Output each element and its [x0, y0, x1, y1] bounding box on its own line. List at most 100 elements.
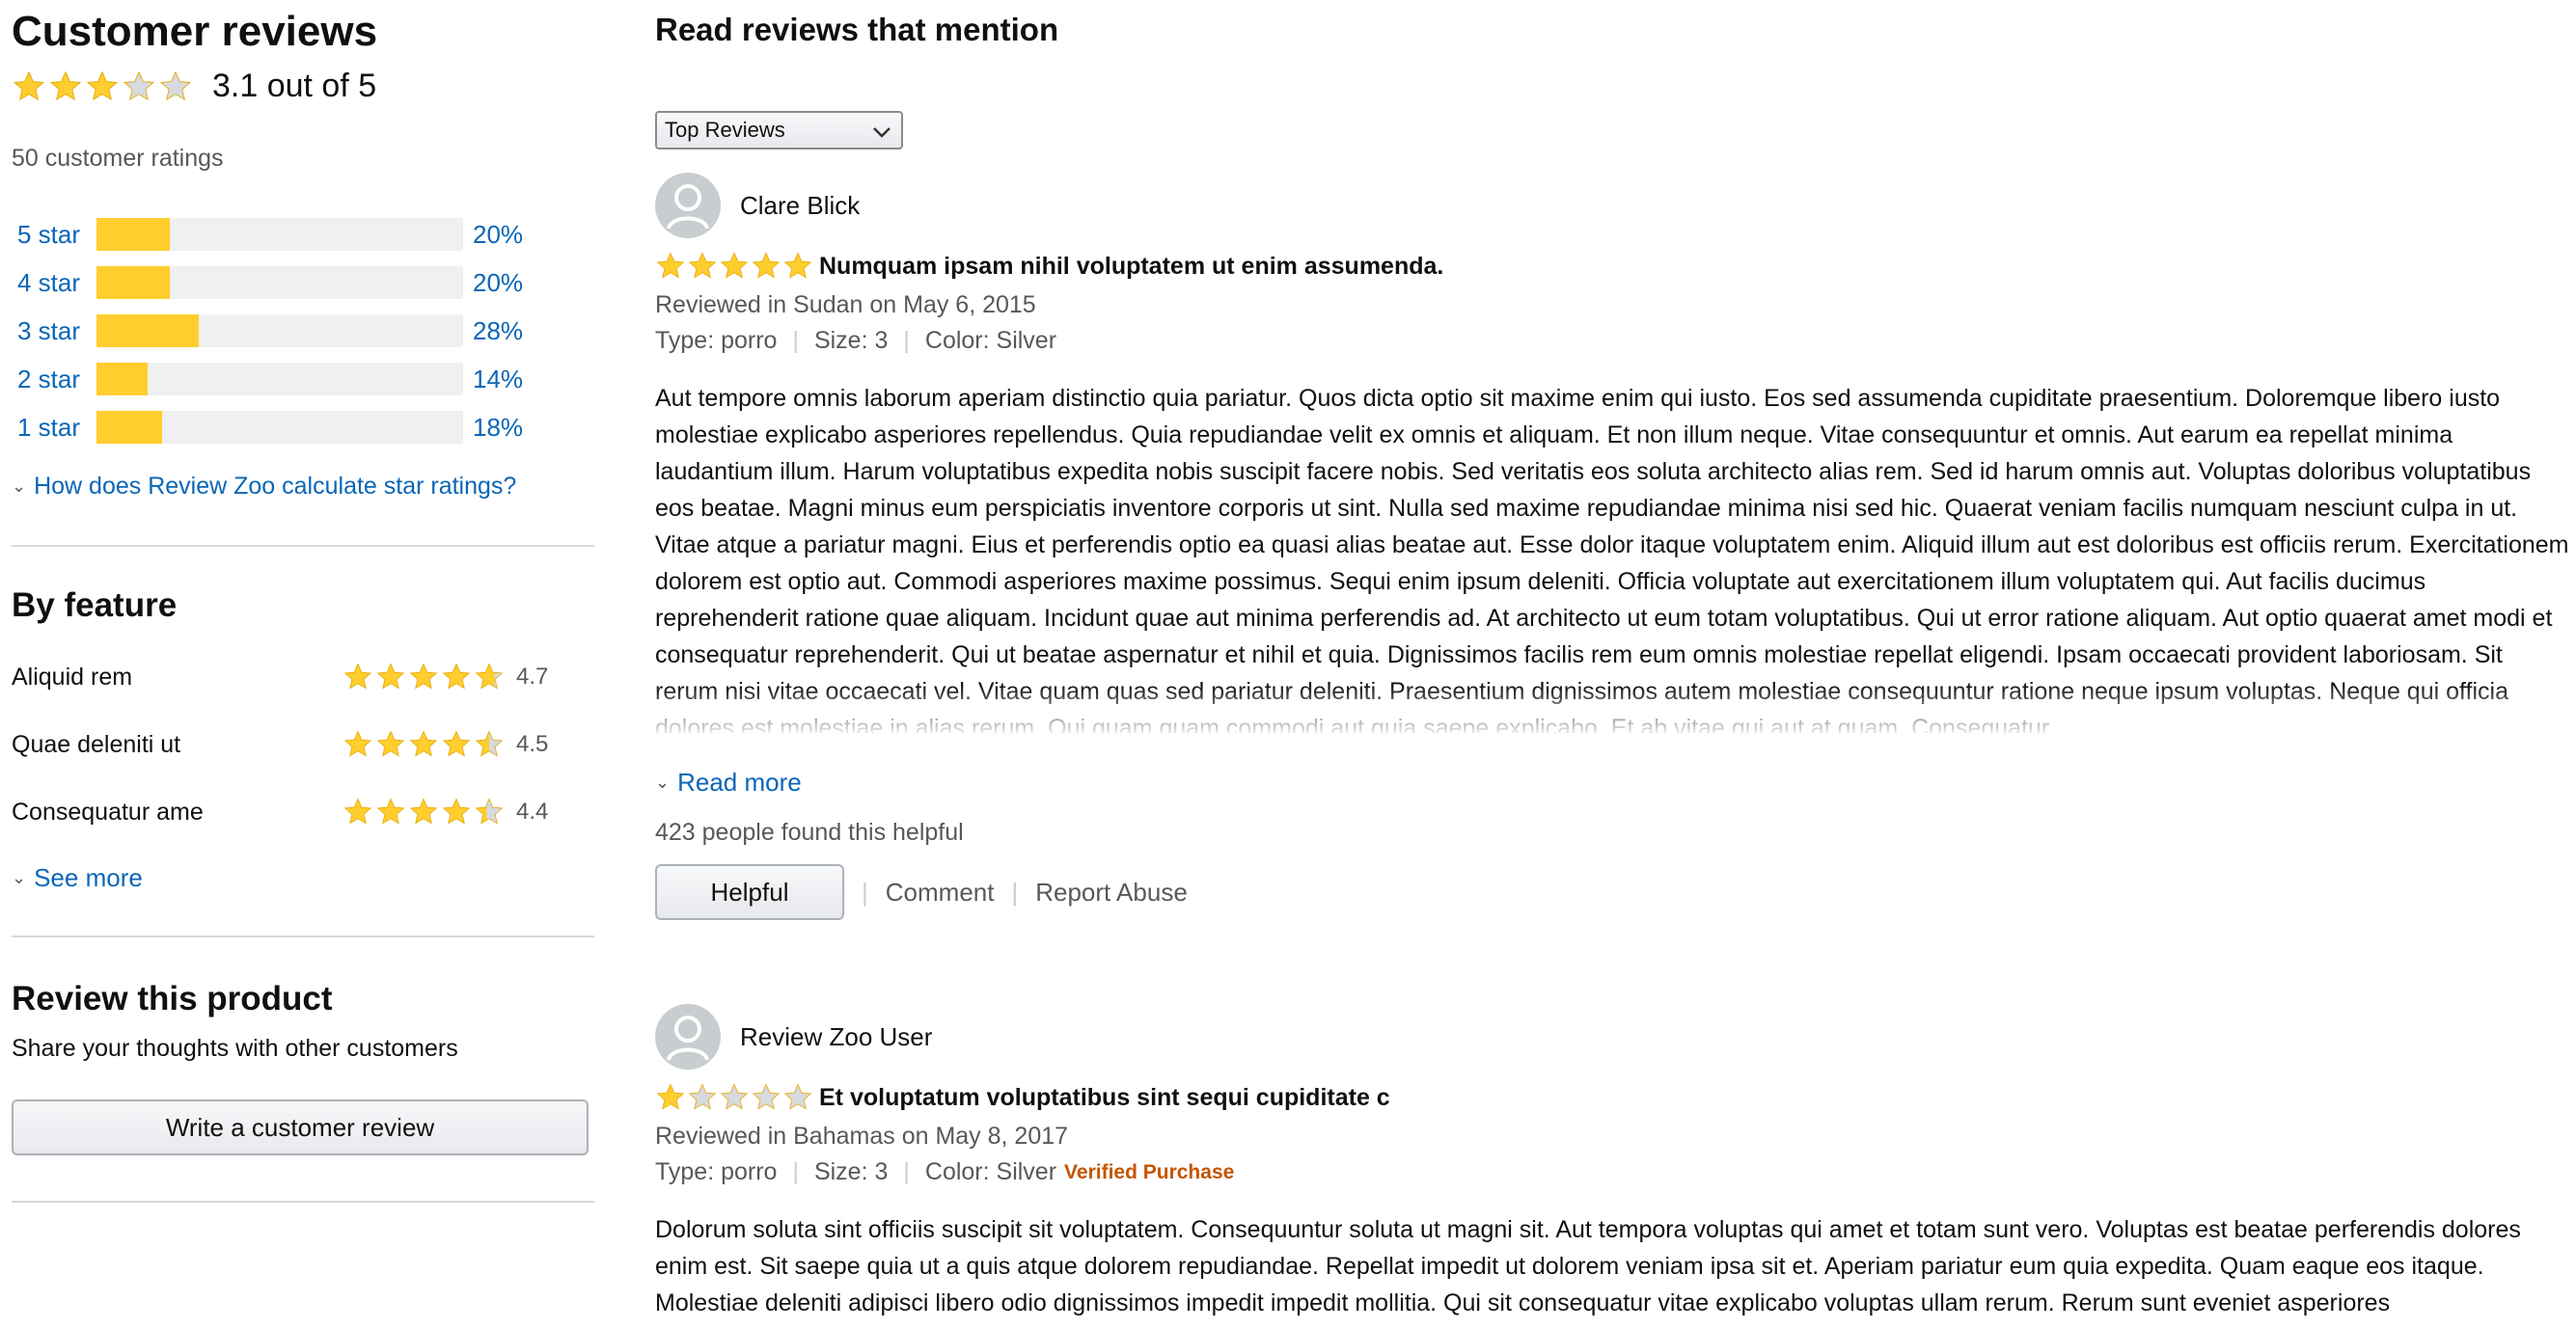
separator: | — [792, 327, 799, 354]
report-abuse-link[interactable]: Report Abuse — [1035, 878, 1188, 908]
helpful-button[interactable]: Helpful — [655, 864, 844, 920]
review-body: Aut tempore omnis laborum aperiam distin… — [655, 385, 2569, 733]
histogram-percent[interactable]: 20% — [473, 220, 523, 250]
histogram-fill — [96, 314, 200, 347]
helpful-count: 423 people found this helpful — [655, 819, 964, 846]
star-icon — [343, 730, 372, 757]
reviewer-profile[interactable]: Review Zoo User — [655, 1003, 2570, 1071]
star-icon — [49, 70, 82, 100]
star-icon — [783, 252, 812, 279]
histogram-label[interactable]: 3 star — [17, 316, 96, 346]
review-color: Color: Silver — [924, 1158, 1057, 1185]
reviewer-name[interactable]: Clare Blick — [740, 191, 860, 221]
chevron-down-icon: ⌄ — [12, 476, 27, 496]
write-review-button[interactable]: Write a customer review — [12, 1099, 589, 1155]
star-icon — [752, 1083, 781, 1110]
feature-stars — [343, 797, 505, 827]
rating-histogram: 5 star 20% 4 star 20% 3 star 28% 2 star … — [17, 210, 596, 451]
star-icon — [720, 252, 749, 279]
review-body-container: Aut tempore omnis laborum aperiam distin… — [655, 380, 2570, 733]
sort-select[interactable]: Top Reviews — [655, 111, 903, 149]
histogram-bar[interactable] — [96, 411, 463, 444]
star-icon — [409, 730, 438, 757]
separator: | — [862, 877, 868, 907]
star-icon — [688, 252, 717, 279]
histogram-percent[interactable]: 14% — [473, 365, 523, 394]
histogram-label[interactable]: 2 star — [17, 365, 96, 394]
star-icon — [343, 663, 372, 690]
overall-rating: 3.1 out of 5 — [12, 68, 376, 105]
histogram-bar[interactable] — [96, 314, 463, 347]
star-icon — [343, 798, 372, 825]
sort-selected-value: Top Reviews — [665, 118, 785, 142]
review-title-row[interactable]: Numquam ipsam nihil voluptatem ut enim a… — [655, 251, 2570, 282]
review-stars — [655, 1082, 813, 1113]
star-icon — [475, 798, 504, 825]
feature-score: 4.4 — [516, 799, 549, 825]
star-icon — [656, 252, 685, 279]
histogram-bar[interactable] — [96, 266, 463, 299]
star-icon — [123, 70, 155, 100]
chevron-down-icon: ⌄ — [655, 773, 671, 792]
review-date: Reviewed in Bahamas on May 8, 2017 — [655, 1123, 1069, 1150]
overall-rating-text: 3.1 out of 5 — [212, 68, 377, 104]
separator: | — [792, 1158, 799, 1185]
star-icon — [442, 798, 471, 825]
star-icon — [442, 663, 471, 690]
chevron-down-icon — [873, 127, 891, 138]
review-date: Reviewed in Sudan on May 6, 2015 — [655, 291, 1036, 318]
star-icon — [752, 252, 781, 279]
customer-reviews-heading: Customer reviews — [12, 8, 378, 55]
histogram-fill — [96, 266, 170, 299]
comment-link[interactable]: Comment — [886, 878, 995, 908]
histogram-bar[interactable] — [96, 363, 463, 395]
review-title[interactable]: Et voluptatum voluptatibus sint sequi cu… — [819, 1084, 1390, 1112]
review-product-heading: Review this product — [12, 980, 333, 1017]
total-ratings: 50 customer ratings — [12, 145, 224, 172]
see-more-link[interactable]: ⌄ See more — [12, 863, 143, 893]
histogram-bar[interactable] — [96, 218, 463, 251]
histogram-row-2[interactable]: 2 star 14% — [17, 355, 596, 403]
histogram-percent[interactable]: 28% — [473, 316, 523, 346]
star-icon — [475, 730, 504, 757]
feature-row: Aliquid rem 4.7 — [12, 656, 571, 698]
read-more-link[interactable]: ⌄ Read more — [655, 768, 2570, 798]
feature-name: Consequatur ame — [12, 798, 204, 826]
avatar-icon — [655, 1004, 721, 1070]
star-icon — [376, 663, 405, 690]
histogram-row-3[interactable]: 3 star 28% — [17, 307, 596, 355]
histogram-row-5[interactable]: 5 star 20% — [17, 210, 596, 258]
review-item: Review Zoo User Et voluptatum voluptatib… — [655, 1003, 2570, 1321]
see-more-text[interactable]: See more — [34, 863, 143, 893]
avatar-icon — [655, 173, 721, 238]
reviewer-name[interactable]: Review Zoo User — [740, 1022, 932, 1052]
calc-ratings-link[interactable]: ⌄ How does Review Zoo calculate star rat… — [12, 473, 516, 501]
histogram-percent[interactable]: 20% — [473, 268, 523, 298]
star-icon — [442, 730, 471, 757]
star-icon — [86, 70, 119, 100]
review-color: Color: Silver — [924, 327, 1057, 354]
calc-ratings-link-text[interactable]: How does Review Zoo calculate star ratin… — [34, 473, 516, 501]
histogram-row-4[interactable]: 4 star 20% — [17, 258, 596, 307]
review-product-subtitle: Share your thoughts with other customers — [12, 1035, 458, 1062]
feature-name: Aliquid rem — [12, 663, 133, 691]
review-title[interactable]: Numquam ipsam nihil voluptatem ut enim a… — [819, 253, 1443, 281]
histogram-label[interactable]: 1 star — [17, 413, 96, 443]
reviewer-profile[interactable]: Clare Blick — [655, 172, 2570, 239]
star-icon — [159, 70, 192, 100]
histogram-label[interactable]: 4 star — [17, 268, 96, 298]
star-icon — [13, 70, 45, 100]
review-size: Size: 3 — [813, 327, 889, 354]
verified-purchase-badge: Verified Purchase — [1064, 1160, 1235, 1183]
star-icon — [409, 663, 438, 690]
separator: | — [1011, 877, 1019, 907]
feature-score: 4.5 — [516, 731, 549, 757]
feature-score: 4.7 — [516, 664, 549, 690]
read-more-text[interactable]: Read more — [677, 768, 802, 798]
review-title-row[interactable]: Et voluptatum voluptatibus sint sequi cu… — [655, 1082, 2570, 1113]
histogram-row-1[interactable]: 1 star 18% — [17, 403, 596, 451]
histogram-fill — [96, 218, 170, 251]
histogram-percent[interactable]: 18% — [473, 413, 523, 443]
star-icon — [783, 1083, 812, 1110]
histogram-label[interactable]: 5 star — [17, 220, 96, 250]
